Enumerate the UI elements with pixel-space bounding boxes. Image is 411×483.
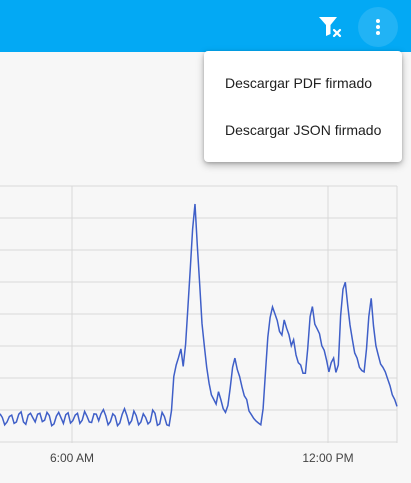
- app-bar: [0, 0, 411, 52]
- more-vert-icon: [376, 19, 380, 35]
- menu-item-download-json[interactable]: Descargar JSON firmado: [204, 106, 402, 153]
- menu-item-download-pdf[interactable]: Descargar PDF firmado: [204, 59, 402, 106]
- download-menu: Descargar PDF firmado Descargar JSON fir…: [204, 51, 402, 162]
- x-tick-label-12pm: 12:00 PM: [302, 451, 353, 465]
- chart-grid: [0, 185, 398, 443]
- x-tick-label-6am: 6:00 AM: [50, 451, 94, 465]
- filter-clear-icon: [319, 17, 342, 38]
- filter-clear-button[interactable]: [310, 7, 350, 47]
- series-line: [0, 203, 398, 428]
- more-options-button[interactable]: [358, 7, 398, 47]
